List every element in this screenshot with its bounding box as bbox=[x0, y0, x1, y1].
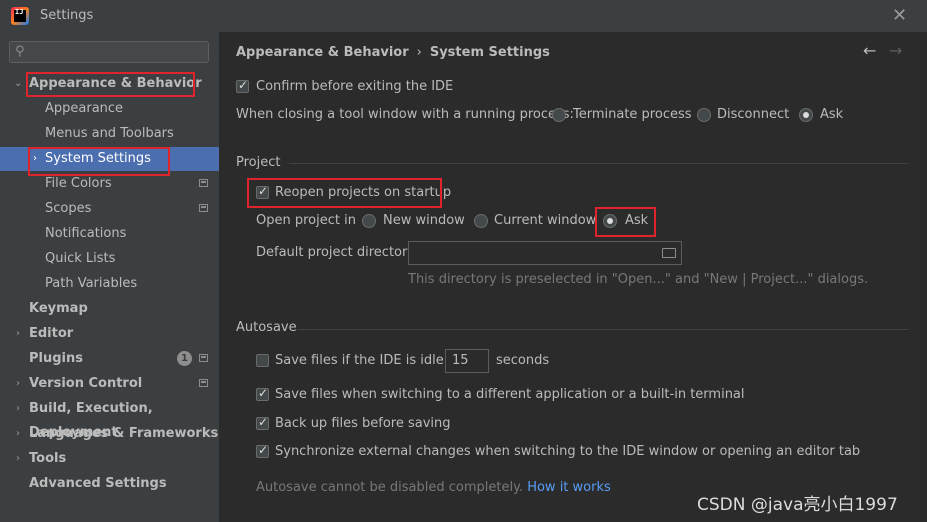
how-it-works-link[interactable]: How it works bbox=[527, 480, 611, 495]
sidebar-item-path-variables[interactable]: Path Variables bbox=[0, 272, 219, 296]
sidebar-item-version-control[interactable]: › Version Control bbox=[0, 372, 219, 396]
default-dir-label: Default project directory: bbox=[256, 245, 419, 260]
sidebar-item-appearance[interactable]: Appearance bbox=[0, 97, 219, 121]
folder-icon[interactable] bbox=[662, 248, 676, 258]
reopen-projects-checkbox[interactable] bbox=[256, 184, 269, 199]
section-divider bbox=[297, 329, 909, 330]
chevron-right-icon[interactable]: › bbox=[16, 372, 20, 396]
open-ask-label: Ask bbox=[625, 213, 649, 228]
section-divider bbox=[289, 163, 909, 164]
default-dir-input[interactable] bbox=[408, 241, 682, 265]
chevron-right-icon[interactable]: › bbox=[16, 447, 20, 471]
sidebar-item-system-settings[interactable]: › System Settings bbox=[0, 147, 219, 171]
sidebar-item-scopes[interactable]: Scopes bbox=[0, 197, 219, 221]
back-arrow-icon[interactable]: ← bbox=[863, 41, 876, 60]
sync-external-label: Synchronize external changes when switch… bbox=[275, 444, 861, 459]
sync-external-checkbox[interactable] bbox=[256, 443, 269, 458]
close-icon[interactable]: ✕ bbox=[892, 5, 907, 26]
breadcrumb: Appearance & Behavior › System Settings bbox=[236, 45, 550, 60]
project-level-icon bbox=[199, 204, 208, 212]
idle-seconds-input[interactable]: 15 bbox=[445, 349, 489, 373]
backup-files-label: Back up files before saving bbox=[275, 416, 451, 431]
current-window-radio[interactable] bbox=[474, 214, 488, 228]
sidebar-item-editor[interactable]: › Editor bbox=[0, 322, 219, 346]
backup-files-checkbox[interactable] bbox=[256, 415, 269, 430]
project-section-title: Project bbox=[236, 155, 281, 170]
chevron-right-icon[interactable]: › bbox=[16, 397, 20, 421]
new-window-label: New window bbox=[383, 213, 465, 228]
current-window-label: Current window bbox=[494, 213, 597, 228]
save-idle-label: Save files if the IDE is idle for bbox=[275, 353, 466, 368]
new-window-radio[interactable] bbox=[362, 214, 376, 228]
open-project-in-label: Open project in bbox=[256, 213, 356, 228]
app-icon-text: IJ bbox=[15, 8, 24, 16]
closing-ask-label: Ask bbox=[820, 107, 844, 122]
chevron-down-icon[interactable]: ⌄ bbox=[14, 72, 22, 96]
watermark: CSDN @java亮小白1997 bbox=[697, 495, 898, 515]
sidebar-item-plugins[interactable]: Plugins 1 bbox=[0, 347, 219, 371]
autosave-note: Autosave cannot be disabled completely. … bbox=[256, 480, 611, 495]
autosave-section-title: Autosave bbox=[236, 320, 297, 335]
title-bar: IJ Settings ✕ bbox=[0, 0, 927, 32]
disconnect-label: Disconnect bbox=[717, 107, 790, 122]
reopen-projects-label: Reopen projects on startup bbox=[275, 185, 452, 200]
project-level-icon bbox=[199, 354, 208, 362]
breadcrumb-current: System Settings bbox=[429, 45, 550, 60]
chevron-right-icon[interactable]: › bbox=[16, 322, 20, 346]
sidebar-item-appearance-behavior[interactable]: ⌄ Appearance & Behavior bbox=[0, 72, 219, 96]
search-icon: ⚲ bbox=[15, 44, 25, 59]
save-switch-app-label: Save files when switching to a different… bbox=[275, 387, 745, 402]
settings-sidebar: ⚲ ⌄ Appearance & Behavior Appearance Men… bbox=[0, 32, 219, 522]
updates-badge: 1 bbox=[177, 351, 192, 366]
terminate-process-radio[interactable] bbox=[552, 108, 566, 122]
seconds-label: seconds bbox=[496, 353, 550, 368]
window-title: Settings bbox=[40, 8, 94, 23]
sidebar-item-tools[interactable]: › Tools bbox=[0, 447, 219, 471]
sidebar-item-keymap[interactable]: Keymap bbox=[0, 297, 219, 321]
sidebar-item-file-colors[interactable]: File Colors bbox=[0, 172, 219, 196]
sidebar-item-build-execution[interactable]: › Build, Execution, Deployment bbox=[0, 397, 219, 440]
breadcrumb-parent[interactable]: Appearance & Behavior bbox=[236, 45, 409, 60]
sidebar-item-languages[interactable]: › Languages & Frameworks bbox=[0, 422, 219, 446]
closing-ask-radio[interactable] bbox=[799, 108, 813, 122]
sidebar-item-menus-toolbars[interactable]: Menus and Toolbars bbox=[0, 122, 219, 146]
save-idle-checkbox[interactable] bbox=[256, 354, 269, 367]
chevron-right-icon[interactable]: › bbox=[16, 422, 20, 446]
confirm-exit-checkbox[interactable] bbox=[236, 78, 249, 93]
open-ask-radio[interactable] bbox=[603, 214, 617, 228]
forward-arrow-icon[interactable]: → bbox=[889, 41, 902, 60]
project-level-icon bbox=[199, 379, 208, 387]
settings-content: Appearance & Behavior › System Settings ← … bbox=[219, 32, 927, 522]
sidebar-item-notifications[interactable]: Notifications bbox=[0, 222, 219, 246]
default-dir-hint: This directory is preselected in "Open..… bbox=[408, 272, 869, 287]
breadcrumb-separator: › bbox=[416, 45, 422, 60]
terminate-process-label: Terminate process bbox=[573, 107, 692, 122]
search-input[interactable]: ⚲ bbox=[9, 41, 209, 63]
closing-process-label: When closing a tool window with a runnin… bbox=[236, 107, 574, 122]
confirm-exit-label: Confirm before exiting the IDE bbox=[256, 79, 454, 94]
save-switch-app-checkbox[interactable] bbox=[256, 386, 269, 401]
disconnect-radio[interactable] bbox=[697, 108, 711, 122]
sidebar-item-advanced-settings[interactable]: Advanced Settings bbox=[0, 472, 219, 496]
project-level-icon bbox=[199, 179, 208, 187]
chevron-right-icon[interactable]: › bbox=[33, 147, 37, 171]
sidebar-item-quick-lists[interactable]: Quick Lists bbox=[0, 247, 219, 271]
